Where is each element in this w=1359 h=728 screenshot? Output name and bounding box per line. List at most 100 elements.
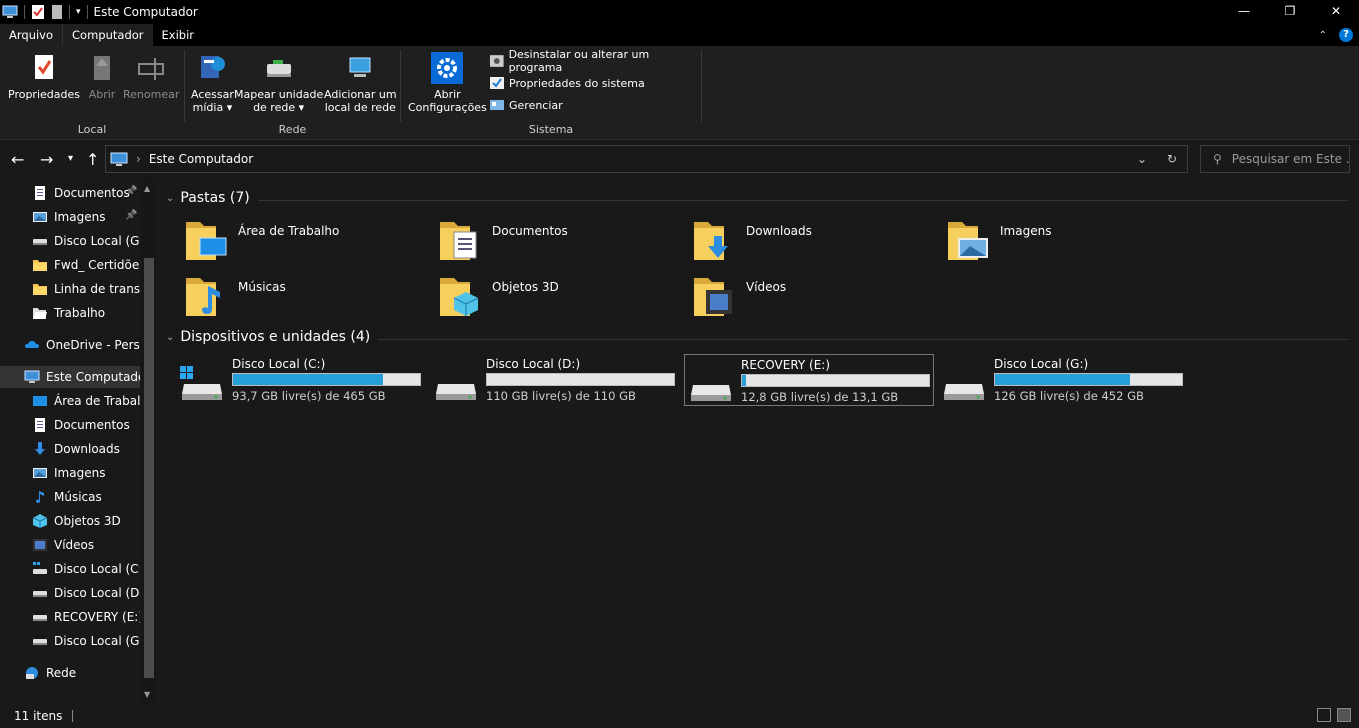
open-settings-label-1: Abrir: [434, 88, 461, 101]
access-media-button[interactable]: Acessar mídia ▾: [191, 52, 234, 114]
scroll-up-icon[interactable]: ▲: [144, 184, 150, 193]
drive-tile[interactable]: Disco Local (G:) 126 GB livre(s) de 452 G…: [938, 354, 1188, 406]
collapse-ribbon-icon[interactable]: ⌃: [1319, 30, 1327, 41]
pin-icon: 📌: [125, 186, 138, 197]
group-label-local: Local: [77, 123, 107, 136]
folder-name: Músicas: [238, 280, 286, 294]
access-media-label-2: mídia ▾: [192, 101, 233, 114]
drive-tile[interactable]: Disco Local (C:) 93,7 GB livre(s) de 465 …: [176, 354, 426, 406]
drive-usage-bar: [232, 373, 421, 386]
help-icon[interactable]: ?: [1339, 28, 1353, 42]
folders-section-header[interactable]: ⌄ Pastas (7): [166, 190, 250, 206]
folder-tile[interactable]: Objetos 3D: [436, 272, 686, 324]
folder-tile[interactable]: Imagens: [944, 216, 1194, 268]
documents-folder-icon: [436, 216, 484, 264]
address-dropdown-icon[interactable]: ⌄: [1127, 152, 1157, 166]
folder-tile[interactable]: Músicas: [182, 272, 432, 324]
map-network-drive-button[interactable]: Mapear unidade de rede ▾: [234, 52, 323, 114]
collapse-chevron-icon[interactable]: ⌄: [166, 332, 174, 343]
sidebar-item-this-pc-child[interactable]: Área de Trabalho: [0, 390, 140, 412]
add-network-location-button[interactable]: Adicionar um local de rede: [324, 52, 397, 114]
properties-button[interactable]: Propriedades: [8, 52, 80, 101]
sidebar-item-onedrive[interactable]: OneDrive - Person: [0, 334, 140, 356]
open-button[interactable]: Abrir: [86, 52, 118, 101]
folder-tile[interactable]: Área de Trabalho: [182, 216, 432, 268]
sidebar-item-quick-access[interactable]: Linha de transm: [0, 278, 140, 300]
sidebar-item-quick-access[interactable]: Disco Local (G:): [0, 230, 140, 252]
open-settings-button[interactable]: Abrir Configurações: [408, 52, 487, 114]
sidebar-item-this-pc-child[interactable]: Disco Local (C:): [0, 558, 140, 580]
divider: [258, 200, 1348, 201]
recent-locations-icon[interactable]: ▾: [68, 153, 73, 164]
drive-name: Disco Local (C:): [232, 357, 326, 371]
search-input[interactable]: ⚲ Pesquisar em Este ...: [1200, 145, 1350, 173]
folder-name: Downloads: [746, 224, 812, 238]
scroll-down-icon[interactable]: ▼: [144, 690, 150, 699]
sidebar-item-this-pc-child[interactable]: Disco Local (D:): [0, 582, 140, 604]
ribbon-group-local: Propriedades Abrir Renomear Local: [0, 46, 184, 140]
sidebar-item-label: Trabalho: [54, 306, 106, 320]
sidebar-item-quick-access[interactable]: Documentos: [0, 182, 140, 204]
folder-tile[interactable]: Vídeos: [690, 272, 940, 324]
sidebar-item-this-pc-child[interactable]: RECOVERY (E:): [0, 606, 140, 628]
sidebar-item-this-pc-child[interactable]: Downloads: [0, 438, 140, 460]
details-view-icon[interactable]: [1317, 708, 1331, 722]
drives-section-header[interactable]: ⌄ Dispositivos e unidades (4): [166, 329, 370, 345]
tab-computador[interactable]: Computador: [63, 24, 153, 46]
sidebar-scrollbar[interactable]: ▲ ▼: [141, 178, 157, 704]
system-properties-button[interactable]: Propriedades do sistema: [489, 74, 645, 92]
properties-icon[interactable]: [31, 4, 45, 20]
sidebar-item-this-pc-child[interactable]: Disco Local (G:): [0, 630, 140, 652]
sidebar-item-this-pc-child[interactable]: Imagens: [0, 462, 140, 484]
content-pane: ⌄ Pastas (7) Área de Trabalho Documentos D…: [158, 178, 1359, 704]
new-folder-icon[interactable]: [51, 4, 63, 20]
manage-button[interactable]: Gerenciar: [489, 96, 563, 114]
drive-icon: [32, 585, 48, 601]
sidebar-item-quick-access[interactable]: Imagens: [0, 206, 140, 228]
add-location-label-1: Adicionar um: [324, 88, 397, 101]
computer-icon: [110, 152, 128, 166]
rename-button[interactable]: Renomear: [123, 52, 179, 101]
tab-arquivo[interactable]: Arquivo: [0, 24, 64, 46]
customize-quick-access-icon[interactable]: ▾: [76, 7, 81, 17]
sidebar-item-this-pc-child[interactable]: Documentos: [0, 414, 140, 436]
maximize-button[interactable]: ❐: [1267, 0, 1313, 22]
minimize-button[interactable]: —: [1221, 0, 1267, 22]
tiles-view-icon[interactable]: [1337, 708, 1351, 722]
collapse-chevron-icon[interactable]: ⌄: [166, 193, 174, 204]
drive-tile[interactable]: RECOVERY (E:) 12,8 GB livre(s) de 13,1 GB: [684, 354, 934, 406]
folder-tile[interactable]: Documentos: [436, 216, 686, 268]
sidebar-item-network[interactable]: Rede: [0, 662, 140, 684]
forward-icon[interactable]: →: [40, 150, 53, 169]
breadcrumb-separator-icon[interactable]: ›: [136, 152, 141, 166]
tab-exibir[interactable]: Exibir: [153, 24, 204, 46]
sidebar-item-label: Objetos 3D: [54, 514, 121, 528]
address-bar[interactable]: › Este Computador ⌄ ↻: [105, 145, 1188, 173]
sidebar-item-quick-access[interactable]: Fwd_ Certidões S: [0, 254, 140, 276]
search-placeholder: Pesquisar em Este ...: [1231, 152, 1350, 166]
close-button[interactable]: ✕: [1313, 0, 1359, 22]
drive-usage-fill: [995, 374, 1130, 385]
drive-tile[interactable]: Disco Local (D:) 110 GB livre(s) de 110 G…: [430, 354, 680, 406]
folder-name: Imagens: [1000, 224, 1052, 238]
scrollbar-thumb[interactable]: [144, 258, 154, 678]
sidebar-item-this-pc-child[interactable]: Vídeos: [0, 534, 140, 556]
folders-section-title: Pastas (7): [180, 190, 250, 206]
back-icon[interactable]: ←: [11, 150, 24, 169]
window-title: Este Computador: [93, 5, 198, 19]
refresh-icon[interactable]: ↻: [1157, 152, 1187, 166]
rename-icon: [138, 58, 165, 80]
sidebar-item-label: RECOVERY (E:): [54, 610, 140, 624]
drive-usage-fill: [742, 375, 746, 386]
folder-name: Documentos: [492, 224, 568, 238]
breadcrumb-item[interactable]: Este Computador: [149, 152, 253, 166]
navigation-pane: ▲ ▼ Documentos 📌 Imagens 📌 Disco Local (G:) F…: [0, 178, 157, 704]
up-icon[interactable]: ↑: [86, 150, 99, 169]
sidebar-item-this-pc-child[interactable]: Músicas: [0, 486, 140, 508]
folder-tile[interactable]: Downloads: [690, 216, 940, 268]
uninstall-program-button[interactable]: Desinstalar ou alterar um programa: [489, 48, 701, 74]
sidebar-item-this-pc[interactable]: Este Computador: [0, 366, 140, 388]
pin-icon: 📌: [125, 210, 138, 221]
sidebar-item-quick-access[interactable]: Trabalho: [0, 302, 140, 324]
sidebar-item-this-pc-child[interactable]: Objetos 3D: [0, 510, 140, 532]
